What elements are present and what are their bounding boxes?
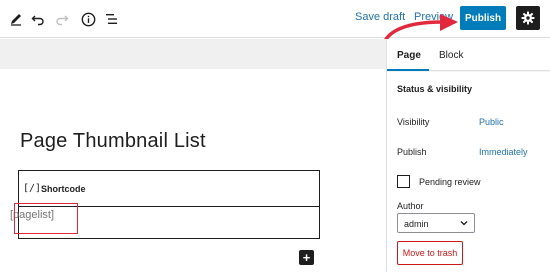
shortcode-block-header: [/] Shortcode xyxy=(19,171,319,207)
canvas-header-band xyxy=(0,39,386,69)
status-visibility-panel: Status & visibility Visibility Public Pu… xyxy=(387,72,550,272)
list-view-icon[interactable] xyxy=(100,7,124,31)
visibility-value[interactable]: Public xyxy=(479,117,504,127)
pending-review-checkbox[interactable] xyxy=(397,175,410,188)
pending-review-label[interactable]: Pending review xyxy=(419,177,481,187)
move-to-trash-label: Move to trash xyxy=(402,248,458,258)
author-select[interactable]: admin xyxy=(397,213,475,233)
visibility-label: Visibility xyxy=(397,117,430,127)
author-label: Author xyxy=(397,201,424,211)
top-toolbar: Save draft Preview Publish xyxy=(0,0,550,38)
info-icon[interactable] xyxy=(76,7,100,31)
tab-block[interactable]: Block xyxy=(439,50,463,61)
sidebar-tabs: Page Block xyxy=(387,39,550,71)
author-value: admin xyxy=(404,219,429,229)
pencil-icon[interactable] xyxy=(4,7,28,31)
chevron-down-icon xyxy=(460,221,468,226)
page-title[interactable]: Page Thumbnail List xyxy=(20,130,206,153)
publish-date-value[interactable]: Immediately xyxy=(479,147,528,157)
publish-label: Publish xyxy=(464,12,502,24)
annotation-highlight-box xyxy=(14,203,78,234)
save-draft-link[interactable]: Save draft xyxy=(355,11,405,23)
plus-icon: + xyxy=(302,250,311,265)
undo-icon[interactable] xyxy=(26,7,50,31)
publish-button[interactable]: Publish xyxy=(460,6,506,30)
tab-page[interactable]: Page xyxy=(397,50,421,61)
panel-title[interactable]: Status & visibility xyxy=(397,84,472,94)
settings-button[interactable] xyxy=(516,6,540,30)
preview-link[interactable]: Preview xyxy=(414,11,453,23)
active-tab-indicator xyxy=(387,69,429,71)
settings-sidebar: Page Block Status & visibility Visibilit… xyxy=(386,39,550,272)
redo-icon[interactable] xyxy=(50,7,74,31)
shortcode-label: Shortcode xyxy=(41,184,86,194)
add-block-button[interactable]: + xyxy=(299,250,314,265)
publish-date-label: Publish xyxy=(397,147,427,157)
shortcode-icon: [/] xyxy=(23,183,42,194)
move-to-trash-button[interactable]: Move to trash xyxy=(397,241,463,265)
gear-icon xyxy=(521,11,535,25)
